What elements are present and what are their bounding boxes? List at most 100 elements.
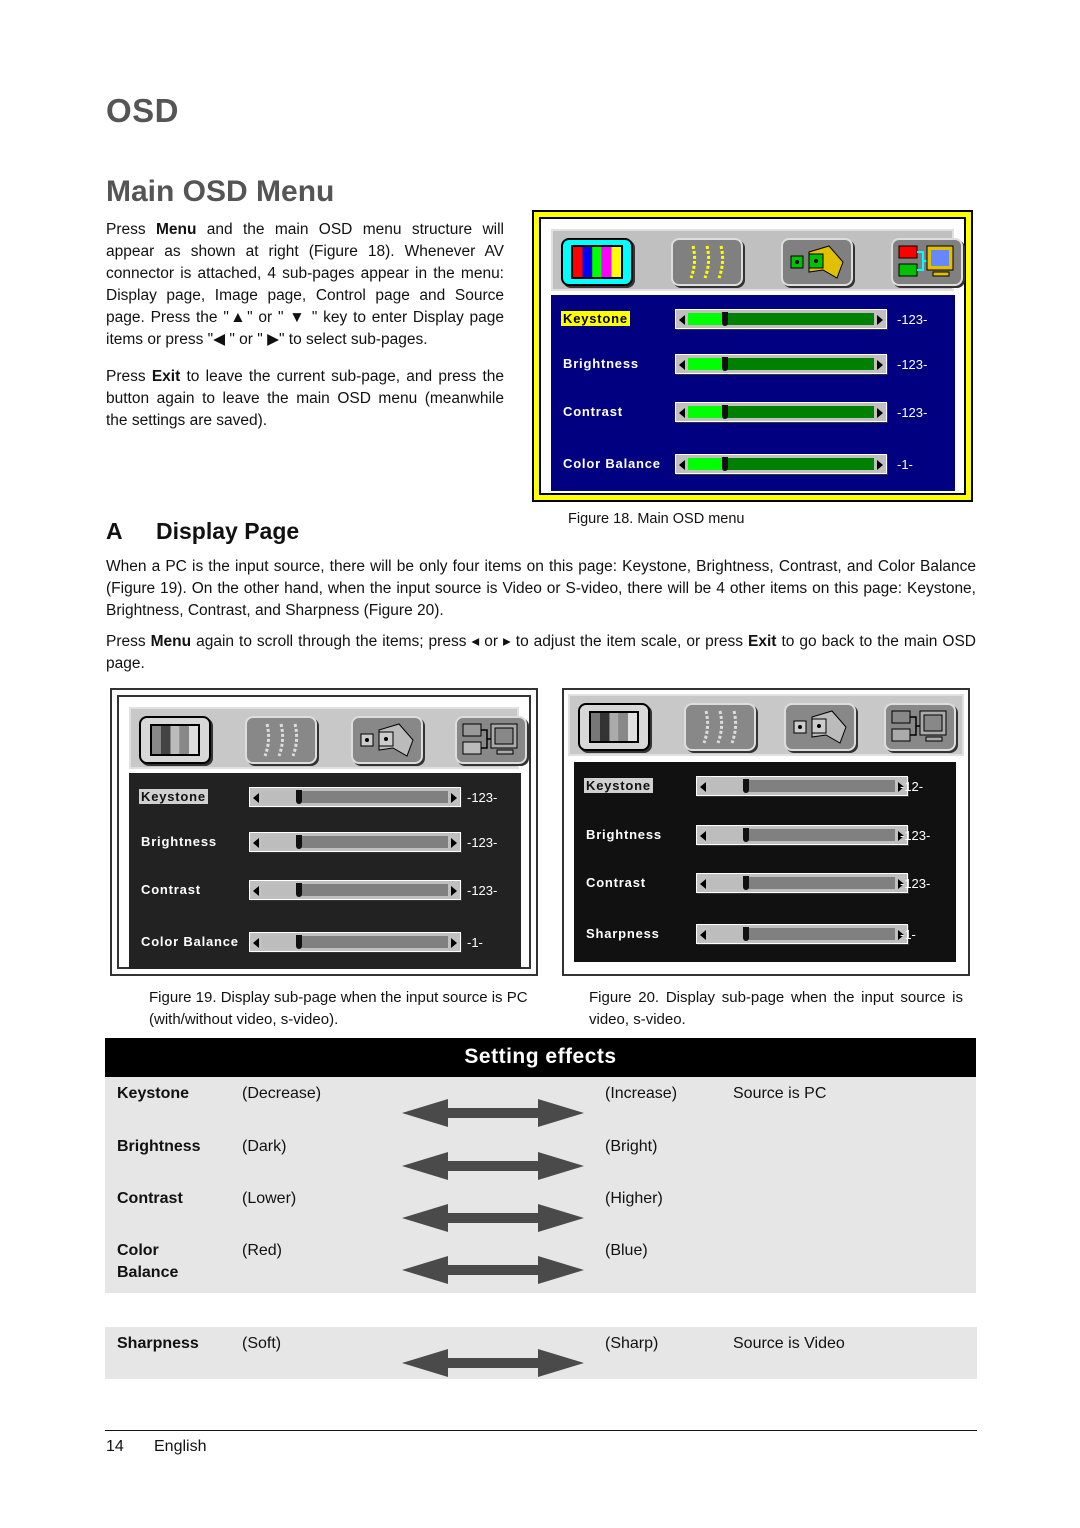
slider-fill <box>688 406 726 418</box>
slider-left-arrow-icon <box>253 938 259 948</box>
osd-item-row: Brightness -123- <box>574 825 956 847</box>
slider-left-arrow-icon <box>700 930 706 940</box>
slider-track <box>688 405 874 419</box>
image-adjust-icon <box>702 710 738 744</box>
source-monitor-icon <box>898 245 954 277</box>
figure-18-caption: Figure 18. Main OSD menu <box>568 511 745 527</box>
slider-thumb <box>722 405 729 419</box>
osd-item-value: -1- <box>467 935 483 950</box>
osd-item-slider <box>675 354 887 374</box>
slider-left-arrow-icon <box>679 408 685 418</box>
setting-low-effect: (Lower) <box>242 1190 297 1207</box>
osd-item-label: Keystone <box>584 778 653 793</box>
slider-fill <box>262 791 300 803</box>
setting-name: Brightness <box>117 1138 201 1155</box>
osd-item-row: Keystone -12- <box>574 776 956 798</box>
setting-name: Sharpness <box>117 1335 199 1352</box>
image-page-tab <box>671 238 743 286</box>
slider-track <box>688 312 874 326</box>
osd-item-label: Color Balance <box>141 934 239 949</box>
osd-tab-bar <box>568 694 964 756</box>
slider-fill <box>709 829 747 841</box>
osd-items-panel: Keystone -12- Brightness -123- Contrast -123-… <box>574 762 956 962</box>
slider-right-arrow-icon <box>451 886 457 896</box>
slider-fill <box>688 358 726 370</box>
slider-track <box>688 457 874 471</box>
figure-20-video-display-subpage: Keystone -12- Brightness -123- Contrast -123-… <box>562 688 970 976</box>
intro-paragraph-1: Press Menu and the main OSD menu structu… <box>106 221 504 348</box>
slider-thumb <box>743 779 750 793</box>
double-arrow-icon <box>402 1152 584 1180</box>
osd-item-label: Color Balance <box>563 456 661 471</box>
slider-thumb <box>296 835 303 849</box>
osd-item-slider <box>249 787 461 807</box>
osd-item-row: Contrast -123- <box>574 873 956 895</box>
slider-left-arrow-icon <box>679 460 685 470</box>
slider-left-arrow-icon <box>253 886 259 896</box>
slider-track <box>709 779 895 793</box>
display-page-paragraph-2: Press Menu again to scroll through the i… <box>106 633 977 672</box>
slider-right-arrow-icon <box>877 315 883 325</box>
osd-item-slider <box>249 832 461 852</box>
slider-fill <box>262 884 300 896</box>
setting-effects-table-video: Sharpness (Soft) (Sharp) Source is Video <box>105 1327 977 1379</box>
setting-high-effect: (Bright) <box>605 1138 658 1155</box>
osd-item-label: Keystone <box>139 789 208 804</box>
setting-name: Keystone <box>117 1085 190 1102</box>
osd-item-row: Color Balance -1- <box>129 932 521 954</box>
osd-item-row: Sharpness -1- <box>574 924 956 946</box>
slider-left-arrow-icon <box>679 360 685 370</box>
source-monitor-icon <box>462 723 518 755</box>
display-page-tab <box>561 238 633 286</box>
osd-item-label: Contrast <box>563 404 623 419</box>
osd-item-row: Contrast -123- <box>129 880 521 902</box>
footer-divider <box>105 1430 977 1431</box>
setting-low-effect: (Soft) <box>242 1335 282 1352</box>
osd-item-value: -123- <box>900 876 931 891</box>
source-page-tab <box>455 716 527 764</box>
slider-thumb <box>296 883 303 897</box>
slider-right-arrow-icon <box>451 838 457 848</box>
osd-item-value: -123- <box>897 357 928 372</box>
osd-item-slider <box>675 309 887 329</box>
osd-item-row: Brightness -123- <box>551 354 955 376</box>
osd-item-row: Keystone -123- <box>129 787 521 809</box>
slider-right-arrow-icon <box>877 360 883 370</box>
osd-item-label: Contrast <box>141 882 201 897</box>
osd-item-label: Brightness <box>141 834 217 849</box>
wrench-icon <box>793 710 847 744</box>
setting-high-effect: (Blue) <box>605 1242 648 1259</box>
display-page-tab <box>139 716 211 764</box>
source-monitor-icon <box>891 710 947 742</box>
figure-18-main-osd-menu: Keystone -123- Brightness -123- Contrast -123… <box>532 210 973 502</box>
slider-thumb <box>296 935 303 949</box>
figure-20-caption: Figure 20. Display sub-page when the inp… <box>589 989 963 1028</box>
slider-track <box>262 835 448 849</box>
slider-fill <box>262 836 300 848</box>
osd-item-value: -12- <box>900 779 924 794</box>
osd-item-slider <box>675 402 887 422</box>
display-page-tab <box>578 703 650 751</box>
slider-thumb <box>722 457 729 471</box>
image-page-tab <box>245 716 317 764</box>
osd-item-value: -123- <box>897 312 928 327</box>
slider-fill <box>262 936 300 948</box>
setting-high-effect: (Higher) <box>605 1190 663 1207</box>
setting-low-effect: (Decrease) <box>242 1085 322 1102</box>
osd-item-slider <box>696 776 908 796</box>
wrench-icon <box>790 245 844 279</box>
slider-thumb <box>743 927 750 941</box>
osd-item-value: -123- <box>897 405 928 420</box>
double-arrow-icon <box>402 1099 584 1127</box>
slider-fill <box>709 877 747 889</box>
osd-item-value: -123- <box>467 883 498 898</box>
image-page-tab <box>684 703 756 751</box>
osd-item-slider <box>675 454 887 474</box>
osd-item-value: -1- <box>900 927 916 942</box>
osd-item-row: Contrast -123- <box>551 402 955 424</box>
control-page-tab <box>351 716 423 764</box>
osd-item-slider <box>696 924 908 944</box>
slider-track <box>709 876 895 890</box>
slider-thumb <box>743 828 750 842</box>
slider-left-arrow-icon <box>700 831 706 841</box>
